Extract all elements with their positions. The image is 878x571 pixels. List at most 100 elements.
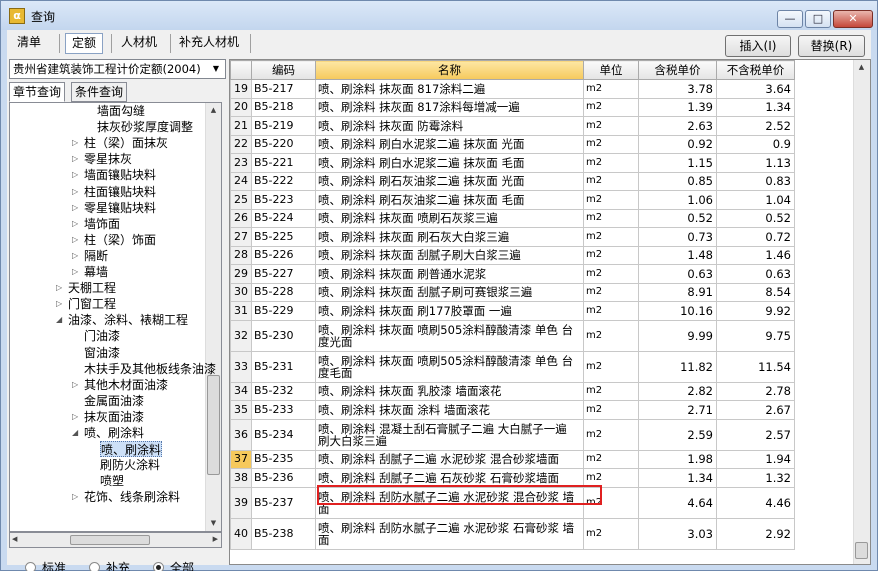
tree-node[interactable]: 零星镶贴块料 <box>84 200 156 216</box>
table-row[interactable]: 28 B5-226 喷、刷涂料 抹灰面 刮腻子刷大白浆三遍 m2 1.48 1.46 <box>230 245 795 265</box>
table-row[interactable]: 30 B5-228 喷、刷涂料 抹灰面 刮腻子刷可赛银浆三遍 m2 8.91 8.54 <box>230 282 795 302</box>
tree-node[interactable]: 墙面勾缝 <box>97 103 145 119</box>
expand-arrow-icon[interactable]: ▷ <box>72 377 78 393</box>
radio-supplement[interactable]: 补充 <box>89 560 130 571</box>
quota-grid[interactable]: 编码 名称 单位 含税单价 不含税单价 19 B5-217 喷、刷涂料 抹灰面 817涂料二… <box>229 59 871 565</box>
column-header[interactable] <box>230 60 252 80</box>
table-row[interactable]: 39 B5-237 喷、刷涂料 刮防水腻子二遍 水泥砂浆 混合砂浆 墙面 m2 4.64… <box>230 486 795 519</box>
replace-button[interactable]: 替换(R) <box>798 35 865 57</box>
tab-rencaiji[interactable]: 人材机 <box>115 33 163 54</box>
expand-arrow-icon[interactable]: ▷ <box>56 280 62 296</box>
tree-scroll-thumb[interactable] <box>207 375 220 475</box>
table-row[interactable]: 25 B5-223 喷、刷涂料 刷石灰油浆二遍 抹灰面 毛面 m2 1.06 1.04 <box>230 190 795 210</box>
radio-standard[interactable]: 标准 <box>25 560 66 571</box>
chevron-down-icon[interactable]: ▼ <box>209 62 223 76</box>
tree-node[interactable]: 天棚工程 <box>68 280 116 296</box>
maximize-button[interactable]: □ <box>805 10 831 28</box>
expand-arrow-icon[interactable]: ▷ <box>72 248 78 264</box>
tree-horizontal-scrollbar[interactable]: ◀ ▶ <box>9 532 222 548</box>
scroll-up-icon[interactable]: ▲ <box>854 60 869 75</box>
tree-node[interactable]: 油漆、涂料、裱糊工程 <box>68 312 188 328</box>
table-row[interactable]: 38 B5-236 喷、刷涂料 刮腻子二遍 石灰砂浆 石膏砂浆墙面 m2 1.34 1.3… <box>230 468 795 488</box>
table-row[interactable]: 27 B5-225 喷、刷涂料 抹灰面 刷石灰大白浆三遍 m2 0.73 0.72 <box>230 227 795 247</box>
chapter-tree[interactable]: ▲ ▼ 墙面勾缝 抹灰砂浆厚度调整 柱（梁）面抹灰 ▷ 零星抹灰 ▷ 墙面镶贴块料 ▷ 柱面镶贴… <box>9 102 222 532</box>
table-row[interactable]: 19 B5-217 喷、刷涂料 抹灰面 817涂料二遍 m2 3.78 3.64 <box>230 79 795 99</box>
hscroll-thumb[interactable] <box>70 535 150 545</box>
tab-qingdan[interactable]: 清单 <box>11 33 47 54</box>
expand-arrow-icon[interactable]: ▷ <box>72 151 78 167</box>
table-row[interactable]: 29 B5-227 喷、刷涂料 抹灰面 刷普通水泥浆 m2 0.63 0.63 <box>230 264 795 284</box>
tree-node[interactable]: 喷、刷涂料 <box>84 425 144 441</box>
tab-condition-query[interactable]: 条件查询 <box>71 82 128 102</box>
tree-node[interactable]: 隔断 <box>84 248 108 264</box>
column-header[interactable]: 单位 <box>583 60 639 80</box>
column-header[interactable]: 不含税单价 <box>716 60 795 80</box>
column-header[interactable]: 含税单价 <box>638 60 717 80</box>
tree-vertical-scrollbar[interactable]: ▲ ▼ <box>205 103 221 531</box>
tree-node[interactable]: 幕墙 <box>84 264 108 280</box>
tree-node[interactable]: 刷防火涂料 <box>100 457 160 473</box>
expand-arrow-icon[interactable]: ▷ <box>72 200 78 216</box>
radio-circle[interactable] <box>89 562 100 571</box>
scroll-down-icon[interactable]: ▼ <box>206 516 221 531</box>
expand-arrow-icon[interactable]: ▷ <box>56 296 62 312</box>
column-header[interactable]: 编码 <box>251 60 316 80</box>
tree-node[interactable]: 柱（梁）面抹灰 <box>84 135 168 151</box>
tree-node[interactable]: 窗油漆 <box>84 345 120 361</box>
tab-buchong-rencaiji[interactable]: 补充人材机 <box>173 33 245 54</box>
tab-chapter-query[interactable]: 章节查询 <box>9 82 66 102</box>
table-row[interactable]: 26 B5-224 喷、刷涂料 抹灰面 喷刷石灰浆三遍 m2 0.52 0.52 <box>230 208 795 228</box>
tree-node[interactable]: 喷、刷涂料 <box>100 441 163 458</box>
column-header[interactable]: 名称 <box>315 60 584 80</box>
tree-node[interactable]: 柱（梁）饰面 <box>84 232 156 248</box>
expand-arrow-icon[interactable]: ▷ <box>72 489 78 505</box>
scroll-left-icon[interactable]: ◀ <box>12 535 17 543</box>
table-row[interactable]: 36 B5-234 喷、刷涂料 混凝土刮石膏腻子二遍 大白腻子一遍 刷大白浆三遍 m2… <box>230 418 795 451</box>
expand-arrow-icon[interactable]: ▷ <box>72 264 78 280</box>
expand-arrow-icon[interactable]: ▷ <box>72 216 78 232</box>
table-row[interactable]: 22 B5-220 喷、刷涂料 刷白水泥浆二遍 抹灰面 光面 m2 0.92 0.9 <box>230 134 795 154</box>
tree-node[interactable]: 喷塑 <box>100 473 124 489</box>
scroll-right-icon[interactable]: ▶ <box>213 535 218 543</box>
expand-arrow-icon[interactable]: ▷ <box>72 184 78 200</box>
radio-circle[interactable] <box>153 562 164 571</box>
grid-scroll-thumb[interactable] <box>855 542 868 559</box>
radio-all[interactable]: 全部 <box>153 560 194 571</box>
expand-arrow-icon[interactable]: ▷ <box>72 167 78 183</box>
table-row[interactable]: 33 B5-231 喷、刷涂料 抹灰面 喷刷505涂料醇酸清漆 单色 台度毛面 m2 1… <box>230 350 795 383</box>
insert-button[interactable]: 插入(I) <box>725 35 791 57</box>
tree-node[interactable]: 门窗工程 <box>68 296 116 312</box>
tree-node[interactable]: 金属面油漆 <box>84 393 144 409</box>
table-row[interactable]: 32 B5-230 喷、刷涂料 抹灰面 喷刷505涂料醇酸清漆 单色 台度光面 m2 9… <box>230 319 795 352</box>
grid-vertical-scrollbar[interactable]: ▲ <box>853 60 870 564</box>
expand-arrow-icon[interactable]: ▷ <box>72 232 78 248</box>
tree-node[interactable]: 墙面镶贴块料 <box>84 167 156 183</box>
table-row[interactable]: 31 B5-229 喷、刷涂料 抹灰面 刷177胶罩面 一遍 m2 10.16 9.92 <box>230 301 795 321</box>
expand-arrow-icon[interactable]: ▷ <box>72 135 78 151</box>
table-row[interactable]: 40 B5-238 喷、刷涂料 刮防水腻子二遍 水泥砂浆 石膏砂浆 墙面 m2 3.03… <box>230 517 795 550</box>
tree-node[interactable]: 木扶手及其他板线条油漆 <box>84 361 216 377</box>
collapse-arrow-icon[interactable]: ◢ <box>72 425 78 441</box>
tree-node[interactable]: 花饰、线条刷涂料 <box>84 489 180 505</box>
tree-node[interactable]: 抹灰砂浆厚度调整 <box>97 119 193 135</box>
table-row[interactable]: 34 B5-232 喷、刷涂料 抹灰面 乳胶漆 墙面滚花 m2 2.82 2.78 <box>230 381 795 401</box>
table-row[interactable]: 24 B5-222 喷、刷涂料 刷石灰油浆二遍 抹灰面 光面 m2 0.85 0.83 <box>230 171 795 191</box>
tree-node[interactable]: 门油漆 <box>84 328 120 344</box>
tree-node[interactable]: 抹灰面油漆 <box>84 409 144 425</box>
table-row[interactable]: 23 B5-221 喷、刷涂料 刷白水泥浆二遍 抹灰面 毛面 m2 1.15 1.13 <box>230 153 795 173</box>
tree-node[interactable]: 墙饰面 <box>84 216 120 232</box>
table-row[interactable]: 35 B5-233 喷、刷涂料 抹灰面 涂料 墙面滚花 m2 2.71 2.67 <box>230 400 795 420</box>
collapse-arrow-icon[interactable]: ◢ <box>56 312 62 328</box>
minimize-button[interactable]: — <box>777 10 803 28</box>
tab-dinge[interactable]: 定额 <box>65 33 104 54</box>
quota-library-select[interactable]: 贵州省建筑装饰工程计价定额(2004) ▼ <box>9 59 226 79</box>
radio-circle[interactable] <box>25 562 36 571</box>
scroll-up-icon[interactable]: ▲ <box>206 103 221 118</box>
tree-node[interactable]: 其他木材面油漆 <box>84 377 168 393</box>
tree-node[interactable]: 柱面镶贴块料 <box>84 184 156 200</box>
table-row[interactable]: 20 B5-218 喷、刷涂料 抹灰面 817涂料每增减一遍 m2 1.39 1.34 <box>230 97 795 117</box>
table-row[interactable]: 37 B5-235 喷、刷涂料 刮腻子二遍 水泥砂浆 混合砂浆墙面 m2 1.98 1.9… <box>230 449 795 469</box>
close-button[interactable]: ✕ <box>833 10 873 28</box>
expand-arrow-icon[interactable]: ▷ <box>72 409 78 425</box>
table-row[interactable]: 21 B5-219 喷、刷涂料 抹灰面 防霉涂料 m2 2.63 2.52 <box>230 116 795 136</box>
